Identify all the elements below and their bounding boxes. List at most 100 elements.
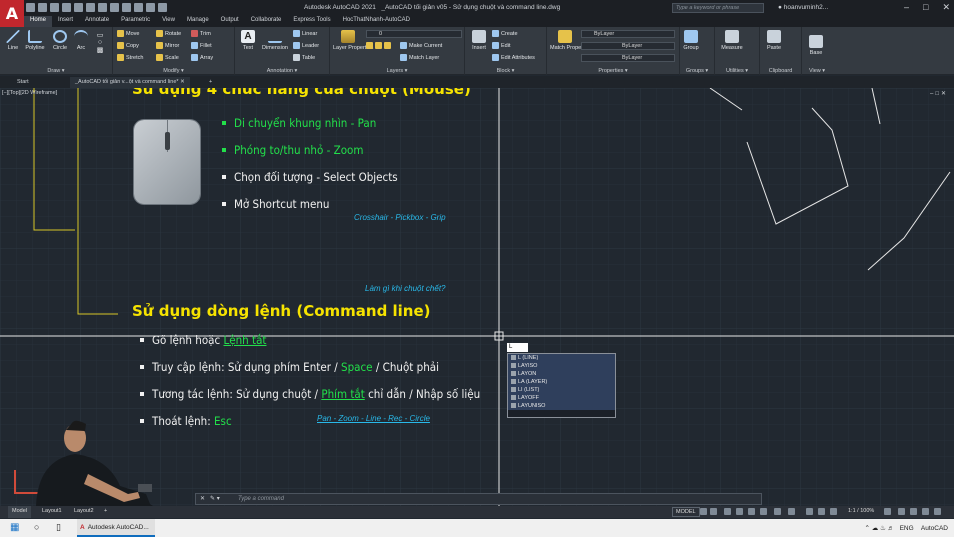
web-icon[interactable] [74,3,83,12]
new-icon[interactable] [26,3,35,12]
3d-osnap-icon[interactable] [818,508,825,515]
save-icon[interactable] [50,3,59,12]
undo-icon[interactable] [98,3,107,12]
vp-close-icon[interactable]: ✕ [941,91,948,97]
groups-panel-label[interactable]: Groups ▾ [680,68,714,74]
tab-insert[interactable]: Insert [52,16,79,27]
match-properties-button[interactable]: Match Properties [550,30,592,51]
annotation-scale[interactable]: 1:1 / 100% [844,506,878,518]
linear-button[interactable]: Linear [293,30,317,37]
user-account[interactable]: ● hoanvuminh2... [778,4,828,11]
redo-icon[interactable] [110,3,119,12]
layer-icon[interactable] [134,3,143,12]
viewport-controls[interactable]: [−][Top][2D Wireframe] [2,90,57,96]
edit-attributes-button[interactable]: Edit Attributes [492,54,535,61]
insert-button[interactable]: Insert [468,30,490,51]
layout1-tab[interactable]: Layout1 [38,506,66,518]
drawing-canvas[interactable]: [−][Top][2D Wireframe] –□✕ Sử dụng 4 chứ… [0,88,954,506]
workspace-gear-icon[interactable] [884,508,891,515]
modify-panel-label[interactable]: Modify ▾ [113,68,234,74]
share-icon[interactable] [158,3,167,12]
isolate-icon[interactable] [922,508,929,515]
tab-manage[interactable]: Manage [181,16,215,27]
osnap-icon[interactable] [748,508,755,515]
ortho-icon[interactable] [724,508,731,515]
search-input[interactable]: Type a keyword or phrase [672,3,764,13]
plot-icon[interactable] [86,3,95,12]
move-button[interactable]: Move [117,30,139,37]
fillet-button[interactable]: Fillet [191,42,212,49]
tab-close-icon[interactable]: ✕ [180,79,185,85]
layer-tools-icon[interactable] [366,42,391,49]
draw-panel-label[interactable]: Draw ▾ [0,68,112,74]
minimize-icon[interactable]: – [904,2,909,13]
clipboard-panel-label[interactable]: Clipboard [760,68,801,74]
close-cmdline-icon[interactable]: ✕ [200,494,205,504]
tray-icons[interactable]: ⌃ ☁ ♨ ♬ [864,525,894,532]
text-button[interactable]: A Text [239,30,257,51]
view-panel-label[interactable]: View ▾ [802,68,832,74]
task-view-icon[interactable]: ○ [34,522,39,532]
grid-icon[interactable] [700,508,707,515]
transparency-icon[interactable] [788,508,795,515]
autocomplete-item[interactable]: LAYISO [508,362,615,370]
polar-icon[interactable] [736,508,743,515]
draw-tools-icon[interactable]: ▭ ○ ▩ [92,31,108,65]
workspace-icon[interactable] [146,3,155,12]
match-layer-button[interactable]: Match Layer [400,54,439,61]
table-button[interactable]: Table [293,54,315,61]
layer-dropdown[interactable]: 0 [366,30,462,38]
tab-collaborate[interactable]: Collaborate [245,16,288,27]
tab-output[interactable]: Output [215,16,245,27]
lineweight-icon[interactable] [774,508,781,515]
taskbar-autocad[interactable]: A Autodesk AutoCAD... [77,519,155,537]
tab-view[interactable]: View [156,16,181,27]
drawing-tab[interactable]: _AutoCAD tối giản v...ột và command line… [70,77,190,88]
stretch-button[interactable]: Stretch [117,54,143,61]
trim-button[interactable]: Trim [191,30,211,37]
utilities-panel-label[interactable]: Utilities ▾ [715,68,759,74]
command-input[interactable]: Type a command [238,494,284,504]
tab-annotate[interactable]: Annotate [79,16,115,27]
block-panel-label[interactable]: Block ▾ [465,68,546,74]
circle-button[interactable]: Circle [50,30,70,51]
command-line[interactable]: ✕ ✎ ▾ Type a command [195,493,762,505]
rotate-button[interactable]: Rotate [156,30,181,37]
model-space-button[interactable]: MODEL [672,507,700,517]
annotation-monitor-icon[interactable] [898,508,905,515]
close-icon[interactable]: ✕ [942,2,950,13]
autocomplete-item[interactable]: LAYON [508,370,615,378]
open-icon[interactable] [38,3,47,12]
lineweight-dropdown[interactable]: ByLayer [581,54,675,62]
array-button[interactable]: Array [191,54,213,61]
copy-button[interactable]: Copy [117,42,139,49]
properties-panel-label[interactable]: Properties ▾ [547,68,679,74]
create-block-button[interactable]: Create [492,30,518,37]
dynamic-input[interactable]: L [507,343,528,352]
units-icon[interactable] [910,508,917,515]
polyline-button[interactable]: Polyline [22,30,48,51]
edit-block-button[interactable]: Edit [492,42,510,49]
tab-express-tools[interactable]: Express Tools [287,16,336,27]
autocomplete-item[interactable]: LAYUNISO [508,402,615,410]
otrack-icon[interactable] [760,508,767,515]
maximize-icon[interactable]: □ [923,2,928,13]
mirror-button[interactable]: Mirror [156,42,179,49]
clock-area[interactable]: AutoCAD [921,525,948,532]
autocad-logo-icon[interactable]: A [0,0,24,27]
selection-cycle-icon[interactable] [806,508,813,515]
base-button[interactable]: Base [805,35,827,56]
autocomplete-item[interactable]: L (LINE) [508,354,615,362]
autocomplete-item[interactable]: LA (LAYER) [508,378,615,386]
color-dropdown[interactable]: ByLayer [581,30,675,38]
autocomplete-item[interactable]: LAYOFF [508,394,615,402]
linetype-dropdown[interactable]: ByLayer [581,42,675,50]
save-as-icon[interactable] [62,3,71,12]
tab-hocthatnhanh[interactable]: HocThatNhanh-AutoCAD [337,16,416,27]
tab-parametric[interactable]: Parametric [115,16,156,27]
autocomplete-item[interactable]: LI (LIST) [508,386,615,394]
language-indicator[interactable]: ENG [900,525,914,532]
windows-start-icon[interactable]: ▦ [10,522,19,533]
layout2-tab[interactable]: Layout2 [70,506,98,518]
snap-icon[interactable] [710,508,717,515]
